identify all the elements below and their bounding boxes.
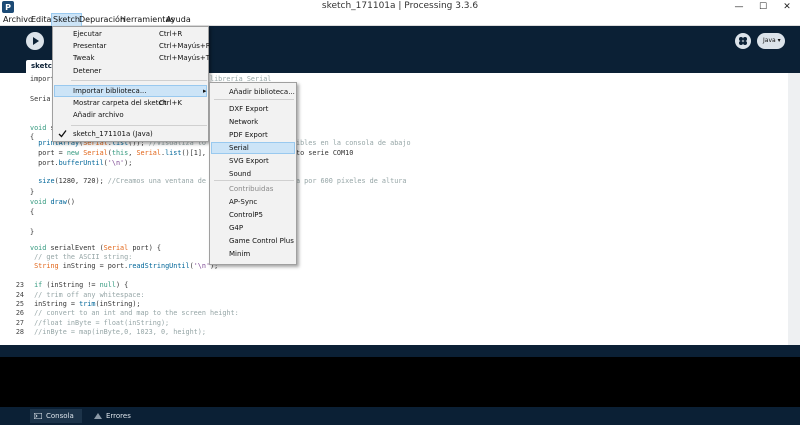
sketch-menu-item[interactable]: Mostrar carpeta del sketch Ctrl+K (73, 98, 207, 109)
line-number: 26 (15, 309, 24, 317)
console-divider[interactable] (0, 345, 800, 357)
sketch-menu-item[interactable]: Ejecutar Ctrl+R (73, 29, 207, 40)
sketch-menu-item[interactable]: sketch_171101a (Java) (73, 129, 207, 140)
title-bar: P sketch_171101a | Processing 3.3.6 — ☐ … (0, 0, 800, 14)
sketch-menu-dropdown: Ejecutar Ctrl+R Presentar Ctrl+Mayús+R Tweak… (52, 26, 211, 142)
code-line: Seria (30, 95, 51, 103)
code-line: size(1280, 720); //Creamos una ventana d… (38, 177, 206, 185)
library-menu-item[interactable]: Network (229, 117, 258, 128)
minimize-button[interactable]: — (727, 0, 751, 14)
warning-icon (94, 413, 102, 419)
menu-separator (71, 125, 207, 126)
debugger-button[interactable] (735, 33, 751, 49)
line-number: 24 (15, 291, 24, 299)
errors-tab-label: Errores (106, 412, 131, 420)
menu-separator (71, 80, 207, 81)
library-submenu-dropdown: Añadir biblioteca... DXF Export Network PDF… (209, 82, 297, 265)
butterfly-icon (739, 37, 747, 45)
code-line: // convert to an int and map to the scre… (34, 309, 239, 317)
line-number: 25 (15, 300, 24, 308)
sketch-menu-item[interactable]: Detener (73, 66, 207, 77)
library-menu-item[interactable]: ControlP5 (229, 210, 263, 221)
library-menu-item[interactable]: DXF Export (229, 104, 268, 115)
menu-highlight (211, 142, 295, 154)
code-line: void serialEvent (Serial port) { (30, 244, 161, 252)
editor-scrollbar[interactable] (788, 73, 800, 345)
console-tab[interactable]: Consola (30, 409, 82, 423)
library-menu-item[interactable]: Sound (229, 169, 251, 180)
code-line: // get the ASCII string: (34, 253, 133, 261)
play-icon (33, 37, 39, 45)
console-output[interactable] (0, 357, 800, 407)
line-number: 27 (15, 319, 24, 327)
code-line: if (inString != null) { (34, 281, 129, 289)
code-line: void draw() (30, 198, 76, 206)
window-title: sketch_171101a | Processing 3.3.6 (321, 1, 479, 11)
library-menu-item[interactable]: G4P (229, 223, 243, 234)
code-line: String inString = port.readStringUntil('… (34, 262, 219, 270)
menu-separator (214, 99, 294, 100)
code-line: } (30, 228, 35, 236)
library-menu-item[interactable]: SVG Export (229, 156, 269, 167)
code-line: { (30, 208, 35, 216)
sketch-menu-item[interactable]: Añadir archivo (73, 110, 207, 121)
library-menu-item[interactable]: Serial (229, 143, 249, 154)
library-section-heading: Contribuidas (229, 185, 274, 193)
line-number: 28 (15, 328, 24, 336)
maximize-button[interactable]: ☐ (751, 0, 775, 14)
library-menu-item[interactable]: AP-Sync (229, 197, 257, 208)
line-number: 23 (15, 281, 24, 289)
code-line: } (30, 188, 35, 196)
menu-separator (214, 180, 294, 181)
code-fragment: a por 600 píxeles de altura (296, 177, 407, 185)
console-tab-label: Consola (46, 412, 74, 420)
code-line: import (30, 75, 55, 83)
sketch-menu-item[interactable]: Importar biblioteca... ▸ (73, 86, 207, 97)
menu-sketch[interactable]: Sketch (51, 13, 82, 27)
library-menu-item[interactable]: PDF Export (229, 130, 268, 141)
code-line: port = new Serial(this, Serial.list()[1]… (30, 149, 207, 157)
code-line: //inByte = map(inByte,0, 1023, 0, height… (34, 328, 206, 336)
run-button[interactable] (26, 32, 44, 50)
checkmark-icon (58, 130, 67, 138)
code-fragment: to serie COM10 (296, 149, 354, 157)
console-icon (34, 413, 42, 419)
library-menu-item[interactable]: Game Control Plus (229, 236, 294, 247)
code-fragment: ibles en la consola de abajo (296, 139, 411, 147)
mode-selector[interactable]: Java ▾ (757, 33, 785, 49)
menu-ayuda[interactable]: Ayuda (165, 14, 192, 26)
code-line: port.bufferUntil('\n'); (30, 159, 133, 167)
processing-ide-window: P sketch_171101a | Processing 3.3.6 — ☐ … (0, 0, 800, 425)
sketch-menu-item[interactable]: Tweak Ctrl+Mayús+T (73, 53, 210, 64)
errors-tab[interactable]: Errores (90, 409, 140, 423)
library-menu-item[interactable]: Minim (229, 249, 250, 260)
code-line: inString = trim(inString); (30, 300, 141, 308)
code-line: void s (30, 124, 55, 132)
library-menu-item[interactable]: Añadir biblioteca... (229, 87, 295, 98)
sketch-menu-item[interactable]: Presentar Ctrl+Mayús+R (73, 41, 211, 52)
code-line: // trim off any whitespace: (34, 291, 145, 299)
close-button[interactable]: ✕ (775, 0, 799, 14)
code-line: //float inByte = float(inString); (34, 319, 170, 327)
menu-bar: Archivo Editar Sketch Depuración Herrami… (0, 13, 800, 27)
